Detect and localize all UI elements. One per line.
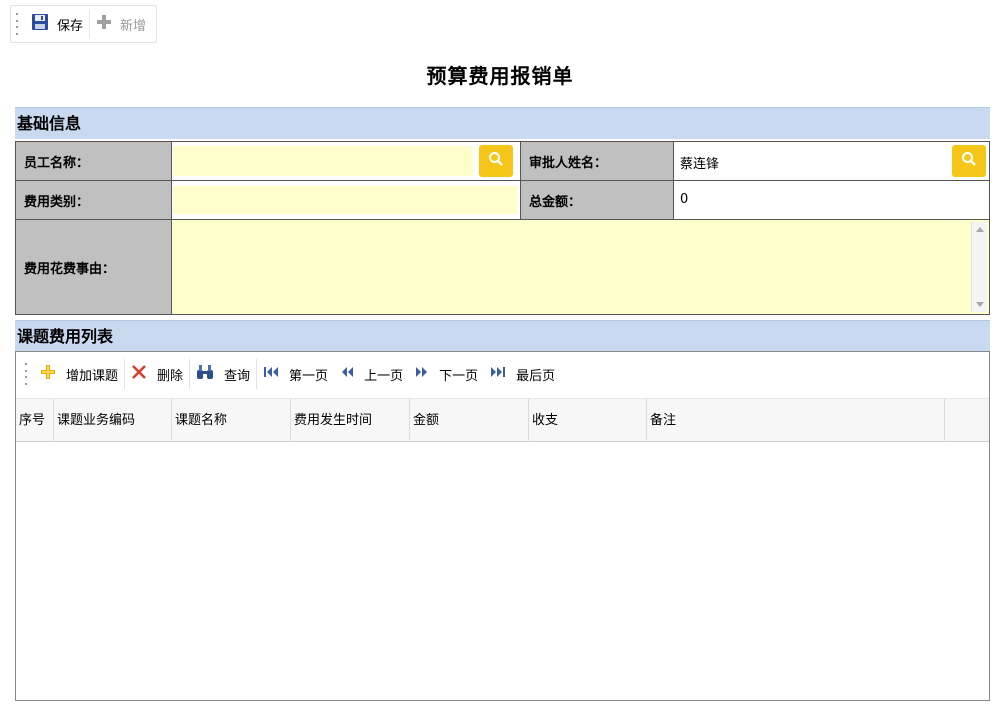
save-button-label: 保存 [57,18,84,34]
approver-name-value: 蔡连锋 [680,157,720,172]
scroll-up-icon[interactable] [976,227,984,232]
next-page-icon [415,365,429,383]
expense-type-cell [172,181,521,220]
column-header-amount[interactable]: 金额 [410,399,529,442]
column-header-topic-name[interactable]: 课题名称 [172,399,291,442]
total-amount-label: 总金额： [521,181,674,220]
search-icon [488,151,504,171]
query-button[interactable]: 查询 [190,359,256,389]
last-page-button[interactable]: 最后页 [484,359,561,389]
main-toolbar: 保存 新增 [10,5,158,43]
next-page-button[interactable]: 下一页 [409,359,484,389]
employee-search-button[interactable] [479,145,513,177]
add-button-label: 新增 [120,18,147,34]
column-header-income-expense[interactable]: 收支 [529,399,647,442]
column-header-topic-code[interactable]: 课题业务编码 [54,399,172,442]
employee-name-cell [172,142,521,181]
approver-name-cell: 蔡连锋 [674,142,989,181]
search-icon [961,151,977,171]
binoculars-icon [196,364,214,384]
approver-name-label: 审批人姓名： [521,142,674,181]
expense-type-input[interactable] [173,186,517,214]
prev-page-label: 上一页 [364,368,404,384]
reason-cell [172,220,989,314]
last-page-label: 最后页 [516,368,556,384]
basic-info-section-header: 基础信息 [15,107,990,139]
expense-list-section-header: 课题费用列表 [15,320,990,352]
prev-page-icon [340,365,354,383]
first-page-icon [263,365,279,383]
approver-search-button[interactable] [952,145,986,177]
employee-name-label: 员工名称： [16,142,172,181]
prev-page-button[interactable]: 上一页 [334,359,409,389]
basic-info-form: 员工名称： 审批人姓名： 蔡连锋 费用类别： 总金额： 0 费用花费事由： [15,141,990,315]
first-page-button[interactable]: 第一页 [257,359,334,389]
next-page-label: 下一页 [439,368,479,384]
column-header-expense-time[interactable]: 费用发生时间 [291,399,410,442]
toolbar-grip[interactable] [13,13,21,35]
expense-grid: 增加课题 删除 查询 第一页 上一页 下一页 最后页 序号 课题业务编码 课题名… [15,351,990,701]
reason-scrollbar[interactable] [971,222,987,312]
reason-textarea[interactable] [172,220,969,314]
toolbar-grip[interactable] [22,363,30,385]
grid-toolbar: 增加课题 删除 查询 第一页 上一页 下一页 最后页 [16,352,989,396]
last-page-icon [490,365,506,383]
delete-label: 删除 [157,368,184,384]
delete-x-icon [131,364,147,384]
column-header-index[interactable]: 序号 [16,399,54,442]
page-title: 预算费用报销单 [426,64,574,88]
add-topic-label: 增加课题 [66,368,119,384]
employee-name-input[interactable] [173,146,473,176]
add-icon [40,364,56,384]
delete-button[interactable]: 删除 [125,359,189,389]
column-header-spacer [945,399,989,442]
grid-body [16,442,989,700]
reason-label: 费用花费事由： [16,220,172,314]
add-topic-button[interactable]: 增加课题 [34,359,124,389]
query-label: 查询 [224,368,251,384]
total-amount-value: 0 [680,192,689,207]
plus-icon [96,14,112,34]
first-page-label: 第一页 [289,368,329,384]
add-button[interactable]: 新增 [90,9,152,39]
expense-type-label: 费用类别： [16,181,172,220]
column-header-remarks[interactable]: 备注 [647,399,945,442]
scroll-down-icon[interactable] [976,302,984,307]
floppy-disk-icon [31,13,49,35]
save-button[interactable]: 保存 [25,9,89,39]
grid-header-row: 序号 课题业务编码 课题名称 费用发生时间 金额 收支 备注 [16,398,989,442]
total-amount-cell: 0 [674,181,989,220]
